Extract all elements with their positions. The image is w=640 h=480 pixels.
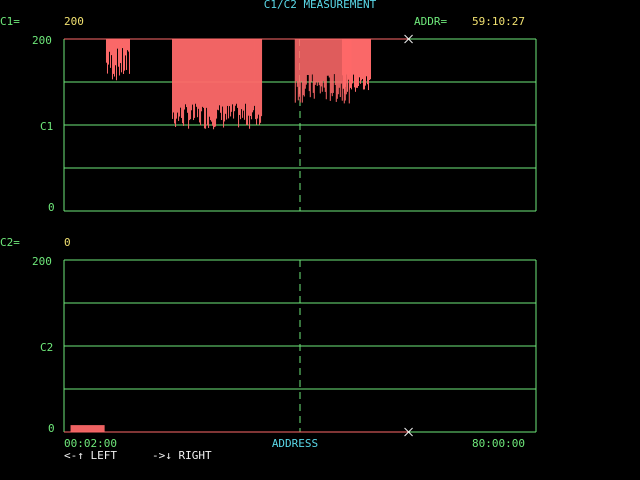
help-right: ->↓ RIGHT bbox=[152, 449, 212, 462]
top-graph-min-label: 0 bbox=[48, 201, 55, 214]
bottom-graph-mid-label: C2 bbox=[40, 341, 54, 354]
addr-label: ADDR= bbox=[414, 15, 448, 28]
c2-value: 0 bbox=[64, 236, 71, 249]
bottom-graph-min-label: 0 bbox=[48, 422, 55, 435]
addr-value: 59:10:27 bbox=[472, 15, 525, 28]
c1-label: C1= bbox=[0, 15, 20, 28]
x-axis-end: 80:00:00 bbox=[472, 437, 525, 450]
bottom-graph-max-label: 200 bbox=[32, 255, 52, 268]
measurement-screen bbox=[63, 34, 537, 437]
c2-label: C2= bbox=[0, 236, 20, 249]
help-left: <-↑ LEFT bbox=[64, 449, 117, 462]
top-graph-max-label: 200 bbox=[32, 34, 52, 47]
c1-value: 200 bbox=[64, 15, 84, 28]
page-title: C1/C2 MEASUREMENT bbox=[263, 0, 377, 11]
top-graph-mid-label: C1 bbox=[40, 120, 54, 133]
